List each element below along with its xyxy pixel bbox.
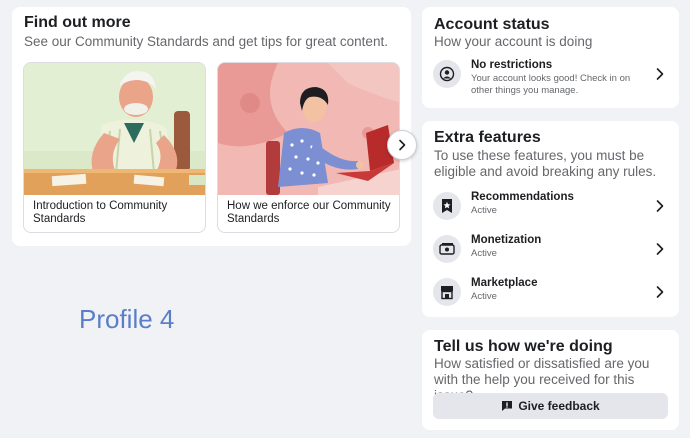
find-out-more-card: Find out more See our Community Standard…: [12, 7, 417, 246]
feedback-card: Tell us how we're doing How satisfied or…: [422, 330, 679, 430]
feedback-card-title: Tell us how we're doing: [434, 338, 613, 355]
marketplace-title: Marketplace: [471, 277, 538, 289]
extra-features-card: Extra features To use these features, yo…: [422, 121, 679, 317]
money-icon: [433, 235, 461, 263]
chevron-right-icon: [656, 200, 664, 212]
account-status-title: Account status: [434, 16, 550, 33]
feedback-icon: [502, 401, 513, 411]
tile-community-standards-intro[interactable]: Introduction to Community Standards: [23, 62, 206, 233]
tile-label-community-standards-intro: Introduction to Community Standards: [33, 200, 168, 225]
tile-label-enforce-community-standards: How we enforce our Community Standards: [227, 200, 391, 225]
extra-features-title: Extra features: [434, 129, 541, 146]
account-status-card: Account status How your account is doing…: [422, 7, 679, 108]
no-restrictions-row[interactable]: No restrictions Your account looks good!…: [432, 59, 669, 99]
chevron-right-icon: [656, 286, 664, 298]
marketplace-row[interactable]: Marketplace Active: [432, 277, 669, 317]
recommendations-title: Recommendations: [471, 191, 574, 203]
woman-at-laptop-illustration: [218, 63, 399, 195]
give-feedback-label: Give feedback: [518, 399, 600, 413]
monetization-status: Active: [471, 248, 497, 259]
no-restrictions-description: Your account looks good! Check in on oth…: [471, 73, 631, 96]
chevron-right-icon: [656, 243, 664, 255]
monetization-row[interactable]: Monetization Active: [432, 234, 669, 274]
chevron-right-icon: [399, 139, 406, 151]
recommendations-status: Active: [471, 205, 497, 216]
person-circle-icon: [433, 60, 461, 88]
star-badge-icon: [433, 192, 461, 220]
give-feedback-button[interactable]: Give feedback: [433, 393, 668, 419]
man-at-table-illustration: [24, 63, 205, 195]
chevron-right-icon: [656, 68, 664, 80]
profile-label: Profile 4: [79, 304, 175, 334]
recommendations-row[interactable]: Recommendations Active: [432, 191, 669, 231]
marketplace-status: Active: [471, 291, 497, 302]
find-out-more-title: Find out more: [24, 14, 131, 31]
carousel-next-button[interactable]: [387, 130, 417, 160]
find-out-more-subtitle: See our Community Standards and get tips…: [24, 34, 388, 49]
monetization-title: Monetization: [471, 234, 542, 246]
extra-features-subtitle: To use these features, you must be eligi…: [434, 148, 657, 179]
no-restrictions-title: No restrictions: [471, 59, 553, 71]
tile-enforce-community-standards[interactable]: How we enforce our Community Standards: [217, 62, 400, 233]
storefront-icon: [433, 278, 461, 306]
account-status-subtitle: How your account is doing: [434, 34, 593, 49]
